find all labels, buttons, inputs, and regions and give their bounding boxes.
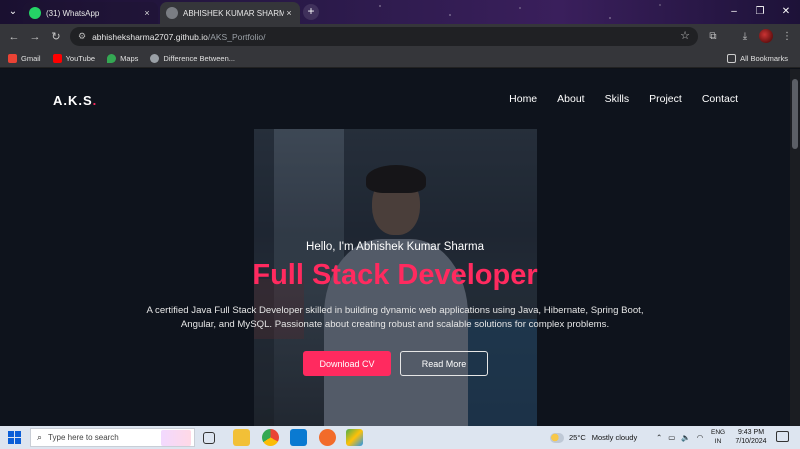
tab-title: (31) WhatsApp [46,8,100,18]
download-cv-button[interactable]: Download CV [303,351,391,376]
weather-temp: 25°C [569,433,586,442]
bookmark-label: Maps [120,53,139,63]
bookmark-label: YouTube [65,53,96,63]
extensions-icon[interactable]: ⧉ [704,28,722,46]
bookmark-label: Gmail [21,53,41,63]
reload-button[interactable]: ↻ [47,28,65,46]
clock-date: 7/10/2024 [735,438,767,445]
hero-description: A certified Java Full Stack Developer sk… [146,305,644,330]
back-button[interactable]: ← [5,28,23,46]
vscode-icon[interactable] [290,429,307,446]
read-more-button[interactable]: Read More [400,351,488,376]
download-icon[interactable]: ⤓ [736,28,754,46]
maximize-button[interactable]: ❐ [750,3,770,21]
browser-tab-bar: ⌄ (31) WhatsApp × ABHISHEK KUMAR SHARMA … [0,0,800,24]
page-scrollbar[interactable] [790,69,800,426]
close-window-button[interactable]: ✕ [776,3,796,21]
chrome-icon[interactable] [262,429,279,446]
bookmarks-bar: Gmail YouTube Maps Difference Between...… [0,49,800,68]
youtube-icon [52,53,62,63]
task-view-icon[interactable] [203,432,215,444]
notifications-icon[interactable] [776,431,789,442]
maps-icon [107,53,117,63]
whatsapp-icon [29,7,41,19]
site-info-icon[interactable]: ⚙ [78,31,86,42]
bookmark-star-icon[interactable]: ☆ [680,29,690,42]
profile-avatar[interactable] [759,29,773,43]
folder-icon [727,53,737,63]
url-host: abhisheksharma2707.github.io [92,31,208,42]
gmail-icon [8,53,17,63]
cloud-sun-icon [550,432,564,443]
portfolio-page: A.K.S. Home About Skills Project Contact… [0,69,790,426]
globe-icon [166,7,178,19]
menu-icon[interactable]: ⋮ [778,28,796,46]
screen: ⌄ (31) WhatsApp × ABHISHEK KUMAR SHARMA … [0,0,800,449]
browser-toolbar: ← → ↻ ⚙ abhisheksharma2707.github.io /AK… [0,24,800,49]
region-code: IN [714,438,722,445]
taskbar-search[interactable]: ⌕ Type here to search [30,428,195,447]
clock-time: 9:43 PM [737,429,765,436]
lang-code: ENG [711,429,726,436]
tab-portfolio[interactable]: ABHISHEK KUMAR SHARMA Portfolio × [160,2,300,24]
search-highlight-image [161,430,191,446]
hero-section: Hello, I'm Abhishek Kumar Sharma Full St… [0,69,790,426]
hero-greeting: Hello, I'm Abhishek Kumar Sharma [306,241,484,253]
windows-start-icon[interactable] [8,431,21,444]
close-tab-icon[interactable]: × [284,8,294,18]
new-tab-button[interactable]: + [303,4,319,20]
tab-search-button[interactable]: ⌄ [5,4,21,20]
close-tab-icon[interactable]: × [142,8,152,18]
app-icon[interactable] [346,429,363,446]
bookmark-youtube[interactable]: YouTube [52,53,96,63]
bookmark-label: Difference Between... [163,53,235,63]
file-explorer-icon[interactable] [233,429,250,446]
volume-icon[interactable]: 🔈 [681,433,690,442]
tray-icons: ⌃ ▭ 🔈 ◠ [656,426,703,449]
forward-button[interactable]: → [26,28,44,46]
show-hidden-icons[interactable]: ⌃ [656,433,662,442]
bookmark-label: All Bookmarks [740,53,788,63]
postman-icon[interactable] [319,429,336,446]
weather-desc: Mostly cloudy [591,433,638,442]
globe-icon [150,53,160,63]
weather-widget[interactable]: 25°C Mostly cloudy [550,426,637,449]
language-indicator[interactable]: ENG IN [711,428,725,446]
hero-role: Full Stack Developer [252,259,538,291]
scrollbar-thumb[interactable] [792,79,798,149]
taskbar: ⌕ Type here to search 25°C Mostly cloudy… [0,426,800,449]
bookmark-gmail[interactable]: Gmail [8,53,41,63]
address-bar[interactable]: ⚙ abhisheksharma2707.github.io /AKS_Port… [70,27,698,46]
tab-title: ABHISHEK KUMAR SHARMA Portfolio [183,8,284,18]
tab-whatsapp[interactable]: (31) WhatsApp × [23,2,158,24]
bookmark-difference-between[interactable]: Difference Between... [150,53,235,63]
bookmark-maps[interactable]: Maps [107,53,139,63]
minimize-button[interactable]: – [724,3,744,21]
all-bookmarks[interactable]: All Bookmarks [727,53,788,63]
battery-icon[interactable]: ▭ [668,433,675,442]
wifi-icon[interactable]: ◠ [697,433,704,442]
search-placeholder: Type here to search [48,433,119,442]
search-icon: ⌕ [37,432,43,442]
taskbar-clock[interactable]: 9:43 PM 7/10/2024 [731,428,771,446]
url-path: /AKS_Portfolio/ [207,31,266,42]
